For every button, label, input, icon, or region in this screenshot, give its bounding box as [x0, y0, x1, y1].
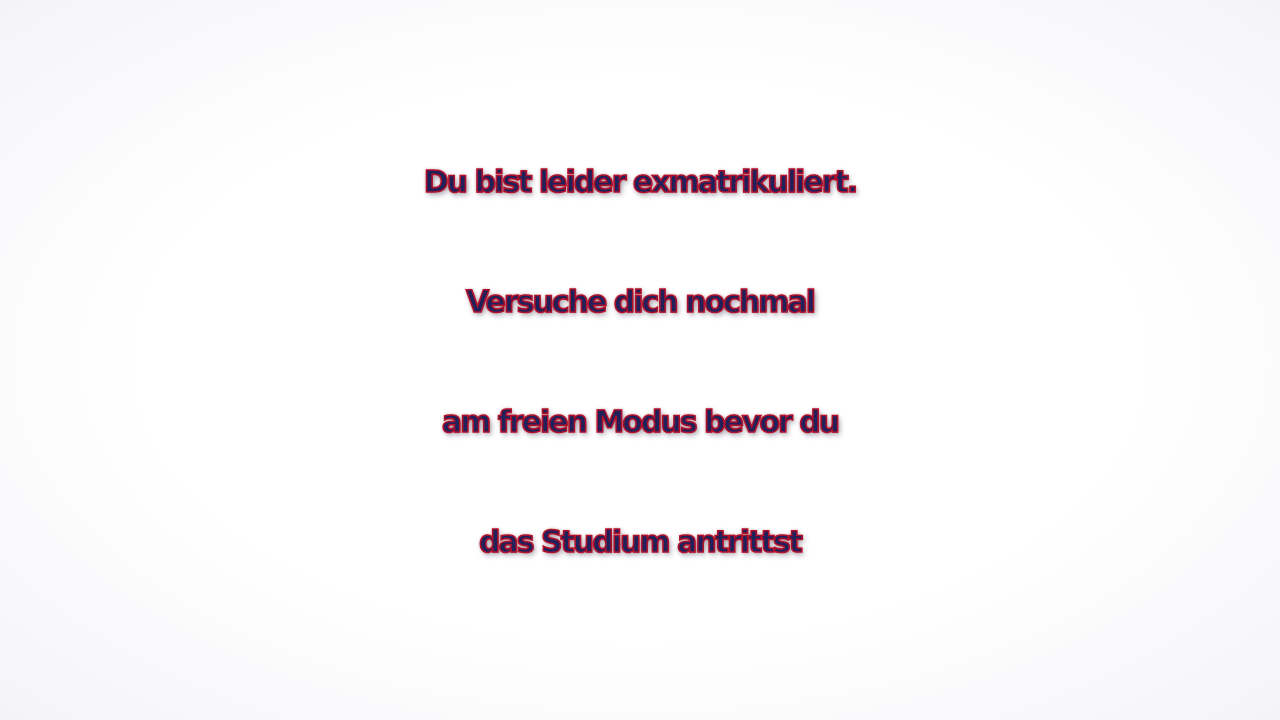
message-line-4: das Studium antrittst: [478, 524, 804, 561]
message-line-1: Du bist leider exmatrikuliert.: [423, 164, 859, 201]
message-line-3: am freien Modus bevor du: [441, 404, 841, 441]
exmatriculation-message: Du bist leider exmatrikuliert. Versuche …: [0, 0, 1280, 720]
message-line-2: Versuche dich nochmal: [465, 284, 817, 321]
slide: Du bist leider exmatrikuliert. Versuche …: [0, 0, 1280, 720]
